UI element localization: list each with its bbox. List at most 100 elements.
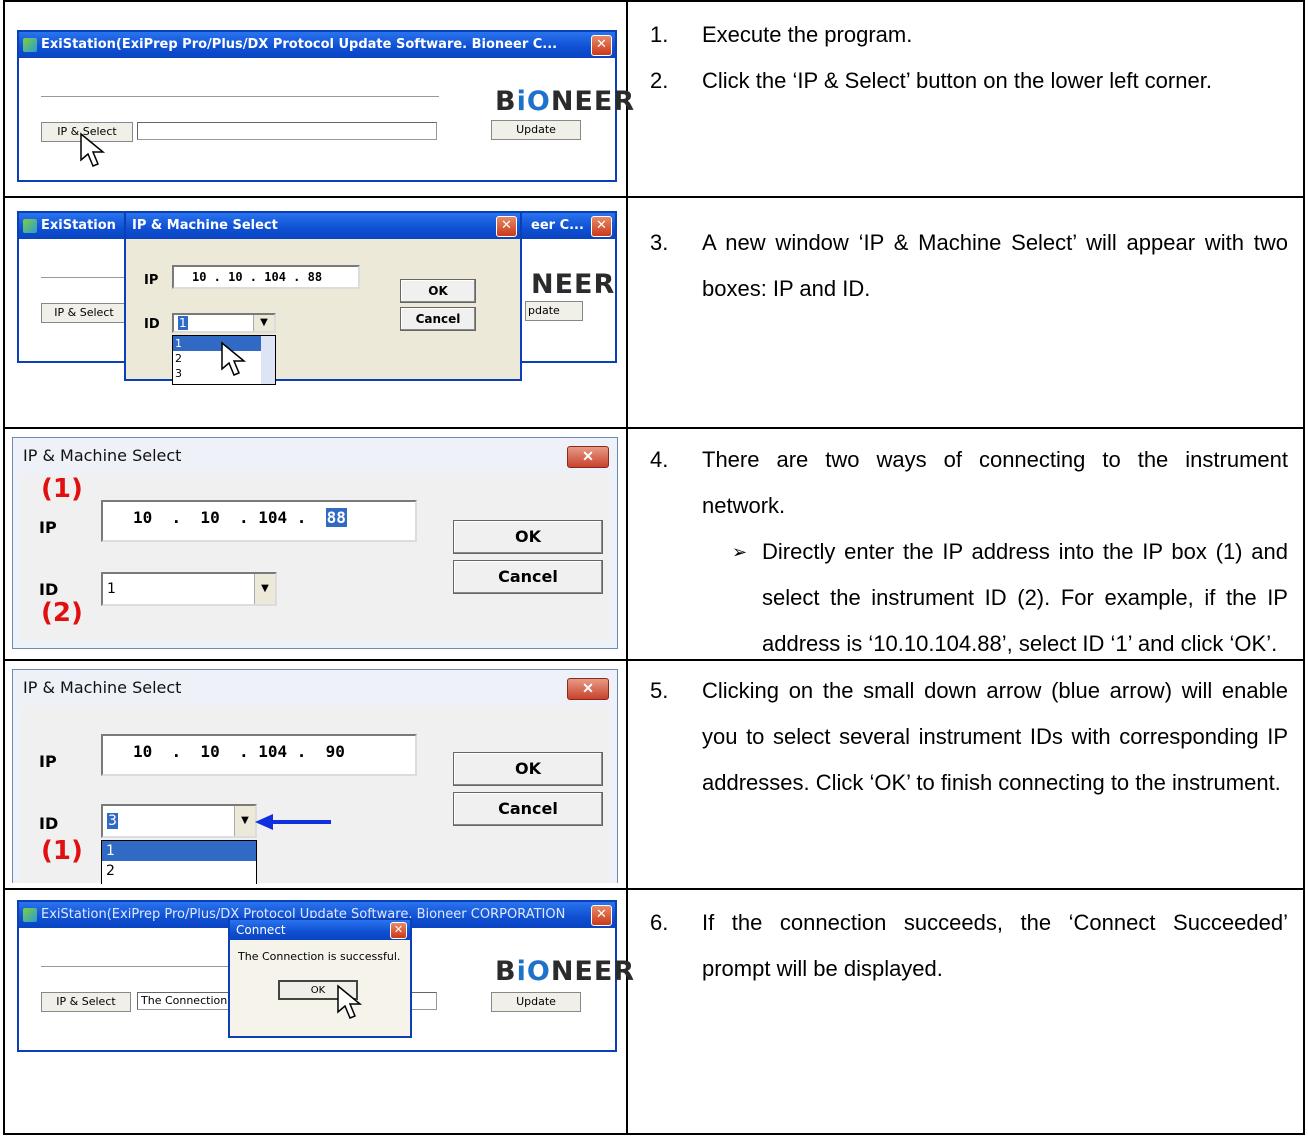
step-text: Click the ‘IP & Select’ button on the lo… [702, 68, 1212, 93]
id-label: ID [144, 317, 160, 332]
step-cell: 4. There are two ways of connecting to t… [650, 437, 1300, 659]
ip-value-selected: 88 [325, 508, 347, 527]
status-field-top [41, 966, 251, 968]
ok-button[interactable]: OK [400, 279, 476, 303]
app-icon [23, 908, 37, 922]
dialog-body: (1) IP 10 . 10 . 104 . 88 OK Cancel ID 1… [21, 474, 609, 640]
close-icon[interactable]: ✕ [496, 216, 517, 237]
row-divider [3, 196, 1305, 198]
marker-id: (1) [41, 836, 83, 866]
chevron-down-icon[interactable]: ▼ [234, 806, 255, 836]
bioneer-logo: BiONEER [495, 86, 636, 117]
id-dropdown-list: 1 2 [101, 840, 257, 884]
list-item[interactable]: 1 [102, 841, 256, 861]
table-border-top [3, 0, 1305, 2]
step-text: Execute the program. [702, 22, 913, 47]
cancel-button[interactable]: Cancel [453, 792, 603, 826]
window-title-tail: eer C... [531, 218, 584, 233]
ok-button[interactable]: OK [453, 520, 603, 554]
existation-window: ExiStation(ExiPrep Pro/Plus/DX Protocol … [17, 30, 634, 182]
table-border-right [1303, 0, 1305, 1135]
step-cell: 5. Clicking on the small down arrow (blu… [650, 668, 1300, 888]
ip-label: IP [144, 273, 159, 288]
app-icon [23, 38, 37, 52]
bioneer-logo-partial: NEER [531, 269, 616, 300]
ip-machine-select-dialog: IP & Machine Select ✕ IP 10 . 10 . 104 .… [124, 211, 522, 385]
update-button[interactable]: Update [491, 992, 581, 1012]
ip-address-input[interactable]: 10 . 10 . 104 . 90 [101, 734, 417, 776]
list-item[interactable]: 2 [102, 861, 256, 881]
dialog-titlebar: Connect ✕ [230, 920, 410, 940]
id-label: ID [39, 580, 59, 599]
mouse-cursor-icon [337, 984, 363, 1019]
app-icon [23, 219, 37, 233]
scrollbar[interactable] [261, 336, 275, 384]
step-number: 3. [650, 230, 669, 255]
close-icon[interactable]: ✕ [567, 678, 609, 700]
ip-select-button[interactable]: IP & Select [41, 992, 131, 1012]
ip-address-input[interactable]: 10 . 10 . 104 . 88 [101, 500, 417, 542]
status-field [137, 122, 437, 140]
close-icon[interactable]: ✕ [567, 446, 609, 468]
dialog-title: IP & Machine Select [23, 446, 182, 465]
update-button-partial[interactable]: pdate [525, 301, 583, 321]
connect-dialog: Connect ✕ The Connection is successful. … [228, 918, 412, 1038]
connect-message: The Connection is successful. [238, 950, 401, 963]
step-text: If the connection succeeds, the ‘Connect… [702, 910, 1288, 981]
step-text: There are two ways of connecting to the … [702, 447, 1288, 518]
window-body: IP & Select BiONEER Update [19, 58, 634, 180]
id-select[interactable]: 1 ▼ [172, 313, 276, 333]
ip-label: IP [39, 518, 57, 537]
bioneer-logo: BiONEER [495, 956, 636, 987]
row-divider [3, 427, 1305, 429]
bullet-icon: ➢ [732, 542, 748, 562]
ok-button[interactable]: OK [453, 752, 603, 786]
window-title: ExiStation(ExiPrep Pro/Plus/DX Protocol … [41, 37, 558, 52]
ip-address-input[interactable]: 10 . 10 . 104 . 88 [172, 265, 360, 289]
mouse-cursor-icon [221, 341, 247, 376]
step-cell: 1. Execute the program. 2. Click the ‘IP… [650, 12, 1300, 192]
ip-machine-select-dialog: IP & Machine Select ✕ IP 10 . 10 . 104 .… [12, 669, 618, 884]
chevron-down-icon[interactable]: ▼ [253, 315, 274, 331]
id-value: 1 [178, 316, 188, 330]
id-select[interactable]: 1 ▼ [101, 572, 277, 606]
step-cell: 6. If the connection succeeds, the ‘Conn… [650, 900, 1300, 1120]
table-border-bottom [3, 1133, 1305, 1135]
step-text: Clicking on the small down arrow (blue a… [702, 678, 1288, 795]
marker-id: (2) [41, 598, 83, 628]
ip-machine-select-dialog: IP & Machine Select ✕ (1) IP 10 . 10 . 1… [12, 437, 618, 649]
step-number: 4. [650, 447, 669, 472]
step-number: 2. [650, 68, 669, 93]
ip-value: 10 . 10 . 104 . [133, 508, 326, 527]
ip-label: IP [39, 752, 57, 771]
cancel-button[interactable]: Cancel [453, 560, 603, 594]
dialog-title: Connect [236, 923, 286, 937]
step-number: 5. [650, 678, 669, 703]
close-icon[interactable]: ✕ [390, 922, 407, 939]
close-icon[interactable]: ✕ [591, 216, 612, 237]
step-number: 6. [650, 910, 669, 935]
update-button[interactable]: Update [491, 120, 581, 140]
dialog-title: IP & Machine Select [132, 218, 278, 233]
blue-arrow-icon [255, 814, 331, 830]
chevron-down-icon[interactable]: ▼ [254, 574, 275, 604]
status-field-top [41, 96, 439, 98]
dialog-body: IP 10 . 10 . 104 . 90 OK Cancel ID 3 ▼ (… [21, 706, 609, 884]
table-border-left [3, 0, 5, 1135]
step-number: 1. [650, 22, 669, 47]
cancel-button[interactable]: Cancel [400, 307, 476, 331]
status-field-top [41, 277, 131, 279]
dialog-title: IP & Machine Select [23, 678, 182, 697]
close-icon[interactable]: ✕ [591, 905, 612, 926]
window-titlebar: ExiStation(ExiPrep Pro/Plus/DX Protocol … [19, 32, 615, 58]
dialog-body: The Connection is successful. OK [230, 940, 410, 1036]
window-title: ExiStation [41, 218, 116, 233]
marker-ip: (1) [41, 474, 83, 504]
id-select[interactable]: 3 ▼ [101, 804, 257, 838]
row-divider [3, 888, 1305, 890]
close-icon[interactable]: ✕ [591, 35, 612, 56]
mouse-cursor-icon [80, 132, 106, 167]
ip-select-button[interactable]: IP & Select [41, 303, 127, 323]
step-text: A new window ‘IP & Machine Select’ will … [702, 230, 1288, 301]
id-label: ID [39, 814, 59, 833]
